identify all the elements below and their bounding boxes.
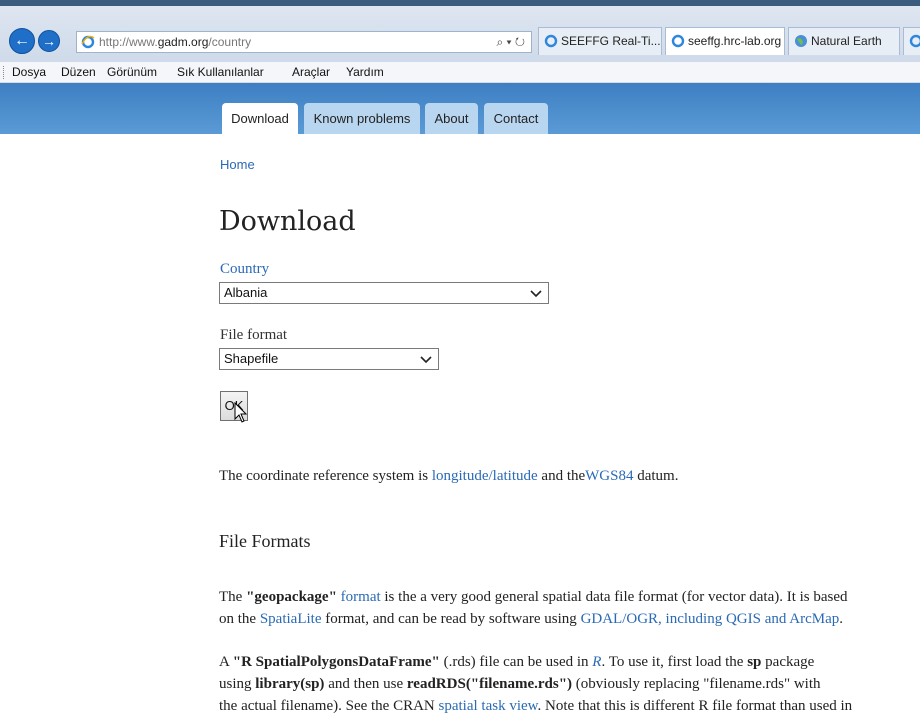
text: using	[219, 676, 256, 692]
spatialite-link[interactable]: SpatiaLite	[260, 611, 322, 627]
r-line-1: A "R SpatialPolygonsDataFrame" (.rds) fi…	[219, 651, 852, 673]
browser-tab-hrc[interactable]: seeffg.hrc-lab.org	[665, 27, 785, 55]
text: The	[219, 589, 247, 605]
chevron-down-icon	[420, 356, 432, 364]
spatial-task-view-link[interactable]: spatial task view	[439, 698, 538, 714]
geopackage-paragraph: The "geopackage" format is the a very go…	[219, 586, 848, 630]
longlat-link[interactable]: longitude/latitude	[432, 468, 538, 484]
menu-duzen[interactable]: Düzen	[61, 65, 96, 79]
r-spdf-bold: "R SpatialPolygonsDataFrame"	[232, 654, 440, 670]
browser-toolbar: ← → http://www.gadm.org/country ⌕ ▾ ↻ SE…	[0, 0, 920, 62]
crs-after: datum.	[633, 468, 679, 484]
tab-label: SEEFFG Real-Ti...	[561, 34, 661, 48]
url-domain: gadm.org	[157, 35, 209, 49]
text: is the a very good general spatial data …	[380, 589, 848, 605]
tab-about[interactable]: About	[425, 103, 478, 134]
readrds-bold: readRDS("filename.rds")	[406, 676, 573, 692]
ie-logo-icon	[671, 34, 685, 48]
mouse-cursor-icon	[234, 402, 248, 423]
menu-araclar[interactable]: Araçlar	[292, 65, 330, 79]
page-title: Download	[219, 206, 356, 237]
globe-icon	[795, 35, 807, 47]
address-bar[interactable]: http://www.gadm.org/country ⌕ ▾ ↻	[76, 31, 532, 53]
ie-logo-icon	[544, 34, 558, 48]
r-paragraph: A "R SpatialPolygonsDataFrame" (.rds) fi…	[219, 651, 852, 715]
text: A	[219, 654, 233, 670]
tab-download[interactable]: Download	[222, 103, 298, 134]
country-value: Albania	[224, 285, 268, 300]
menu-favorites[interactable]: Sık Kullanılanlar	[177, 65, 264, 79]
r-line-2: using library(sp) and then use readRDS("…	[219, 673, 852, 695]
file-formats-heading: File Formats	[219, 531, 311, 551]
text: . To use it, first load the	[601, 654, 748, 670]
crs-middle: and the	[537, 468, 586, 484]
gdal-link[interactable]: GDAL/OGR, including QGIS and ArcMap	[581, 611, 840, 627]
menu-gorunum[interactable]: Görünüm	[107, 65, 157, 79]
tab-label: Natural Earth	[811, 34, 882, 48]
file-format-label: File format	[220, 327, 288, 343]
library-sp-bold: library(sp)	[255, 676, 325, 692]
tab-known-problems[interactable]: Known problems	[304, 103, 420, 134]
text: the actual filename). See the CRAN	[219, 698, 439, 714]
text: and then use	[324, 676, 407, 692]
geopackage-bold: "geopackage"	[246, 589, 337, 605]
menu-bar: Dosya Düzen Görünüm Sık Kullanılanlar Ar…	[0, 62, 920, 83]
menu-dosya[interactable]: Dosya	[12, 65, 46, 79]
ie-logo-icon	[81, 35, 95, 49]
chevron-down-icon	[530, 290, 542, 298]
country-label: Country	[220, 261, 270, 277]
wgs84-link[interactable]: WGS84	[585, 468, 633, 484]
tab-label: seeffg.hrc-lab.org	[688, 34, 782, 48]
file-format-value: Shapefile	[224, 351, 279, 366]
breadcrumb-home-link[interactable]: Home	[220, 157, 255, 172]
search-refresh-icons[interactable]: ⌕ ▾ ↻	[496, 32, 525, 52]
text: package	[761, 654, 815, 670]
url-prefix: http://www.	[99, 35, 158, 49]
menu-grip	[3, 66, 5, 79]
crs-before: The coordinate reference system is	[219, 468, 432, 484]
forward-arrow-icon[interactable]: →	[38, 30, 60, 52]
back-arrow-icon[interactable]: ←	[9, 28, 35, 54]
text: (.rds) file can be used in	[439, 654, 593, 670]
geo-line-1: The "geopackage" format is the a very go…	[219, 586, 848, 608]
file-format-select[interactable]: Shapefile	[219, 348, 439, 370]
menu-yardim[interactable]: Yardım	[346, 65, 384, 79]
browser-tab-partial[interactable]	[903, 27, 920, 55]
ie-logo-icon	[909, 34, 920, 48]
sp-bold: sp	[747, 654, 762, 670]
text: (obviously replacing "filename.rds" with	[572, 676, 821, 692]
country-select[interactable]: Albania	[219, 282, 549, 304]
text: . Note that this is different R file for…	[537, 698, 853, 714]
browser-tab-seeffg[interactable]: SEEFFG Real-Ti...	[538, 27, 662, 55]
tab-contact[interactable]: Contact	[484, 103, 548, 134]
format-link[interactable]: format	[341, 589, 381, 605]
text: on the	[219, 611, 260, 627]
r-line-3: the actual filename). See the CRAN spati…	[219, 695, 852, 715]
url-path: /country	[208, 35, 252, 49]
browser-tab-natural-earth[interactable]: Natural Earth	[788, 27, 900, 55]
text: .	[839, 611, 844, 627]
text: format, and can be read by software usin…	[321, 611, 581, 627]
geo-line-2: on the SpatiaLite format, and can be rea…	[219, 608, 848, 630]
crs-text: The coordinate reference system is longi…	[219, 465, 678, 487]
